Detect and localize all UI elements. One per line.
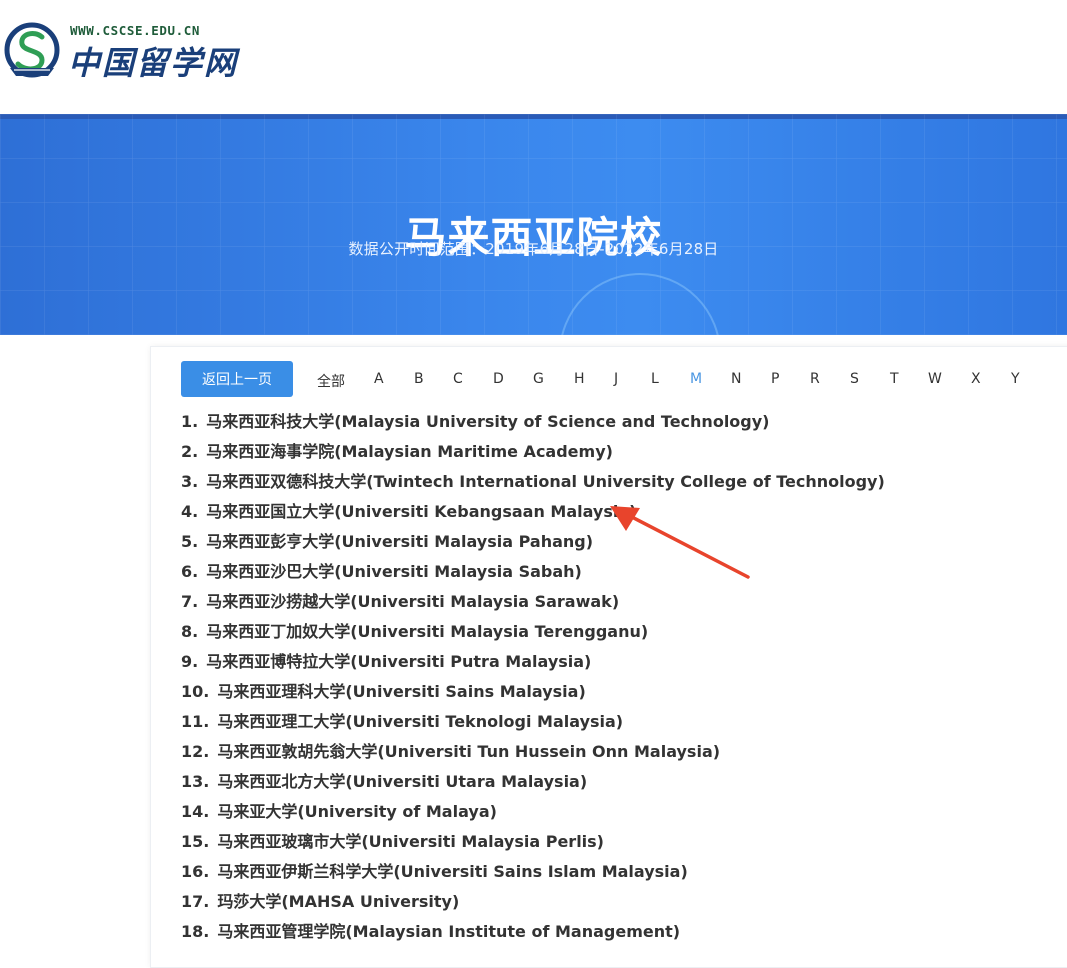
list-item-number: 2. (181, 442, 199, 461)
school-link[interactable]: 马来西亚博特拉大学(Universiti Putra Malaysia) (206, 652, 591, 671)
list-item: 7. 马来西亚沙捞越大学(Universiti Malaysia Sarawak) (181, 587, 885, 617)
logo-mark-icon (4, 22, 60, 78)
filter-letter-s[interactable]: S (850, 371, 859, 387)
data-date-range: 数据公开时间范围：2019年6月28日-2022年6月28日 (348, 240, 719, 258)
list-item: 15. 马来西亚玻璃市大学(Universiti Malaysia Perlis) (181, 827, 885, 857)
logo-url-text: WWW.CSCSE.EDU.CN (70, 23, 201, 38)
filter-letter-p[interactable]: P (771, 371, 779, 387)
filter-letter-n[interactable]: N (731, 371, 741, 387)
filter-letter-l[interactable]: L (651, 371, 659, 387)
school-link[interactable]: 马来西亚敦胡先翁大学(Universiti Tun Hussein Onn Ma… (217, 742, 720, 761)
logo-name-text: 中国留学网 (68, 44, 239, 82)
filter-letter-m[interactable]: M (690, 371, 702, 387)
filter-letter-t[interactable]: T (890, 371, 899, 387)
list-item-number: 12. (181, 742, 210, 761)
list-item-number: 6. (181, 562, 199, 581)
filter-letter-a[interactable]: A (374, 371, 384, 387)
list-item: 1. 马来西亚科技大学(Malaysia University of Scienc… (181, 407, 885, 437)
back-button[interactable]: 返回上一页 (181, 361, 293, 397)
school-link[interactable]: 马来西亚沙巴大学(Universiti Malaysia Sabah) (206, 562, 582, 581)
list-item-number: 5. (181, 532, 199, 551)
school-link[interactable]: 马来西亚丁加奴大学(Universiti Malaysia Terengganu… (206, 622, 648, 641)
school-link[interactable]: 马来西亚玻璃市大学(Universiti Malaysia Perlis) (217, 832, 604, 851)
filter-letter-y[interactable]: Y (1011, 371, 1020, 387)
filter-letter-c[interactable]: C (453, 371, 463, 387)
list-item-number: 7. (181, 592, 199, 611)
filter-letter-r[interactable]: R (810, 371, 820, 387)
site-logo[interactable]: WWW.CSCSE.EDU.CN 中国留学网 (4, 20, 236, 86)
filter-letter-j[interactable]: J (614, 371, 618, 387)
list-item-number: 13. (181, 772, 210, 791)
list-item-number: 14. (181, 802, 210, 821)
school-link[interactable]: 马来西亚海事学院(Malaysian Maritime Academy) (206, 442, 613, 461)
filter-letter-h[interactable]: H (574, 371, 585, 387)
list-item: 18. 马来西亚管理学院(Malaysian Institute of Manag… (181, 917, 885, 947)
school-link[interactable]: 玛莎大学(MAHSA University) (217, 892, 459, 911)
list-item: 8. 马来西亚丁加奴大学(Universiti Malaysia Terengga… (181, 617, 885, 647)
list-item: 16. 马来西亚伊斯兰科学大学(Universiti Sains Islam Ma… (181, 857, 885, 887)
list-item-number: 8. (181, 622, 199, 641)
list-item: 12. 马来西亚敦胡先翁大学(Universiti Tun Hussein Onn… (181, 737, 885, 767)
list-item: 2. 马来西亚海事学院(Malaysian Maritime Academy) (181, 437, 885, 467)
list-item-number: 17. (181, 892, 210, 911)
school-link[interactable]: 马来西亚国立大学(Universiti Kebangsaan Malaysia) (206, 502, 636, 521)
filter-letter-d[interactable]: D (493, 371, 504, 387)
filter-letter-b[interactable]: B (414, 371, 424, 387)
list-item-number: 16. (181, 862, 210, 881)
list-item: 11. 马来西亚理工大学(Universiti Teknologi Malaysi… (181, 707, 885, 737)
list-item: 10. 马来西亚理科大学(Universiti Sains Malaysia) (181, 677, 885, 707)
list-item-number: 4. (181, 502, 199, 521)
list-item: 3. 马来西亚双德科技大学(Twintech International Univ… (181, 467, 885, 497)
school-link[interactable]: 马来亚大学(University of Malaya) (217, 802, 497, 821)
school-link[interactable]: 马来西亚理科大学(Universiti Sains Malaysia) (217, 682, 585, 701)
school-list-card: 返回上一页 全部 A B C D G H J L M N P R S T W X… (150, 346, 1067, 968)
school-link[interactable]: 马来西亚彭亨大学(Universiti Malaysia Pahang) (206, 532, 593, 551)
list-item-number: 10. (181, 682, 210, 701)
school-link[interactable]: 马来西亚北方大学(Universiti Utara Malaysia) (217, 772, 587, 791)
list-item: 13. 马来西亚北方大学(Universiti Utara Malaysia) (181, 767, 885, 797)
list-item-number: 3. (181, 472, 199, 491)
list-item: 14. 马来亚大学(University of Malaya) (181, 797, 885, 827)
list-item-number: 15. (181, 832, 210, 851)
school-link[interactable]: 马来西亚管理学院(Malaysian Institute of Manageme… (217, 922, 680, 941)
filter-letter-w[interactable]: W (928, 371, 942, 387)
list-item-number: 18. (181, 922, 210, 941)
filter-letter-g[interactable]: G (533, 371, 544, 387)
page-banner: 马来西亚院校 数据公开时间范围：2019年6月28日-2022年6月28日 (0, 114, 1067, 335)
list-item-number: 1. (181, 412, 199, 431)
school-link[interactable]: 马来西亚双德科技大学(Twintech International Univer… (206, 472, 885, 491)
school-link[interactable]: 马来西亚伊斯兰科学大学(Universiti Sains Islam Malay… (217, 862, 687, 881)
list-item: 9. 马来西亚博特拉大学(Universiti Putra Malaysia) (181, 647, 885, 677)
site-header: WWW.CSCSE.EDU.CN 中国留学网 (0, 0, 1067, 114)
list-item-number: 11. (181, 712, 210, 731)
school-link[interactable]: 马来西亚理工大学(Universiti Teknologi Malaysia) (217, 712, 623, 731)
list-item: 17. 玛莎大学(MAHSA University) (181, 887, 885, 917)
filter-all[interactable]: 全部 (317, 371, 345, 391)
school-link[interactable]: 马来西亚科技大学(Malaysia University of Science … (206, 412, 769, 431)
school-list: 1. 马来西亚科技大学(Malaysia University of Scienc… (181, 407, 885, 947)
list-item: 4. 马来西亚国立大学(Universiti Kebangsaan Malaysi… (181, 497, 885, 527)
list-item: 5. 马来西亚彭亨大学(Universiti Malaysia Pahang) (181, 527, 885, 557)
list-item-number: 9. (181, 652, 199, 671)
school-link[interactable]: 马来西亚沙捞越大学(Universiti Malaysia Sarawak) (206, 592, 619, 611)
filter-letter-x[interactable]: X (971, 371, 981, 387)
list-item: 6. 马来西亚沙巴大学(Universiti Malaysia Sabah) (181, 557, 885, 587)
